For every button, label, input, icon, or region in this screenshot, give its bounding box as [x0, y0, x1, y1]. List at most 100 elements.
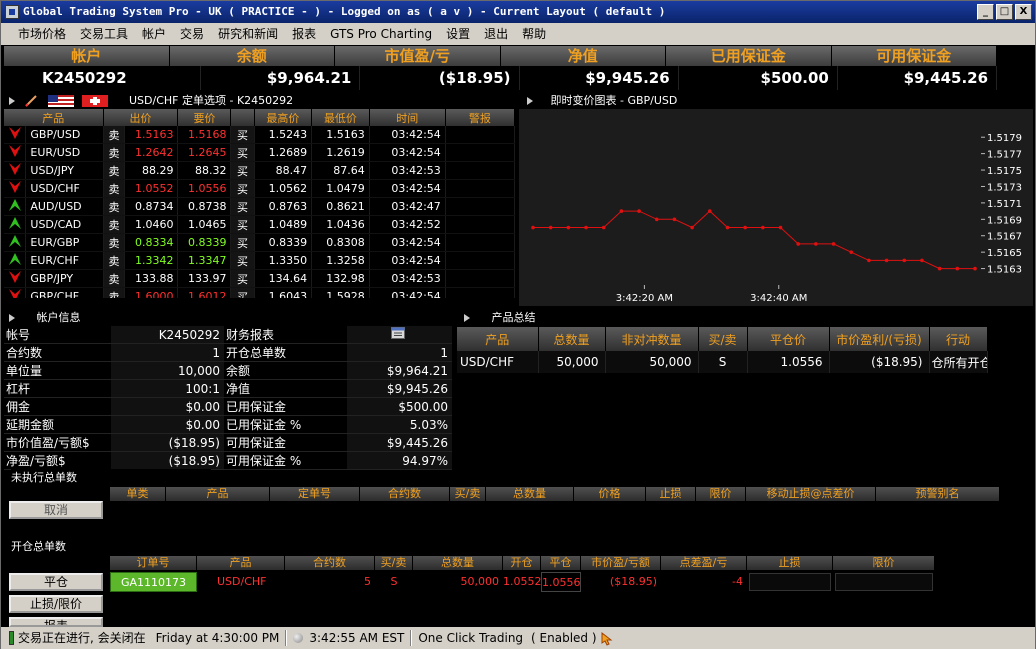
- quote-row[interactable]: EUR/GBP 卖 0.8334 0.8339 买 0.8339 0.8308 03:42:5…: [4, 233, 515, 252]
- menu-trading-tools[interactable]: 交易工具: [73, 23, 135, 45]
- close-button[interactable]: X: [1015, 4, 1032, 20]
- open-col-contracts[interactable]: 合约数: [285, 556, 375, 570]
- open-col-product[interactable]: 产品: [197, 556, 285, 570]
- sell-button[interactable]: 卖: [103, 251, 126, 270]
- quote-ask[interactable]: 1.2645: [177, 143, 232, 162]
- quote-alert[interactable]: [445, 233, 515, 252]
- maximize-button[interactable]: □: [996, 4, 1013, 20]
- col-bid[interactable]: 出价: [103, 109, 179, 126]
- quote-bid[interactable]: 1.6000: [124, 287, 179, 298]
- menu-gts-charting[interactable]: GTS Pro Charting: [323, 23, 439, 45]
- buy-button[interactable]: 买: [230, 161, 255, 180]
- open-col-side[interactable]: 买/卖: [375, 556, 413, 570]
- pend-col-trailing-stop[interactable]: 移动止损@点差价: [746, 487, 876, 501]
- sell-button[interactable]: 卖: [103, 143, 126, 162]
- quote-alert[interactable]: [445, 197, 515, 216]
- quote-ask[interactable]: 1.3347: [177, 251, 232, 270]
- quote-row[interactable]: EUR/USD 卖 1.2642 1.2645 买 1.2689 1.2619 03:42:5…: [4, 143, 515, 162]
- prod-col-action[interactable]: 行动: [929, 327, 988, 351]
- quote-alert[interactable]: [445, 161, 515, 180]
- quote-alert[interactable]: [445, 269, 515, 288]
- quote-symbol[interactable]: EUR/CHF: [25, 251, 104, 270]
- sell-button[interactable]: 卖: [103, 179, 126, 198]
- pen-icon[interactable]: [24, 95, 37, 107]
- quote-row[interactable]: USD/JPY 卖 88.29 88.32 买 88.47 87.64 03:42:53: [4, 161, 515, 180]
- close-all-positions-action[interactable]: 仓所有开仓: [929, 351, 988, 373]
- table-row[interactable]: GA1110173 USD/CHF 5 S 50,000 1.0552 1.05…: [110, 572, 1000, 592]
- quote-row[interactable]: GBP/CHF 卖 1.6000 1.6012 买 1.6043 1.5928 03:42:5…: [4, 287, 515, 298]
- quote-bid[interactable]: 1.5163: [124, 126, 179, 144]
- quote-symbol[interactable]: USD/CHF: [25, 179, 104, 198]
- pend-col-order-no[interactable]: 定单号: [270, 487, 360, 501]
- quote-row[interactable]: USD/CAD 卖 1.0460 1.0465 买 1.0489 1.0436 03:42:5…: [4, 215, 515, 234]
- pend-col-limit[interactable]: 限价: [696, 487, 746, 501]
- quote-bid[interactable]: 1.0552: [124, 179, 179, 198]
- quote-symbol[interactable]: GBP/JPY: [25, 269, 104, 288]
- close-position-button[interactable]: 平仓: [9, 573, 103, 591]
- open-order-id[interactable]: GA1110173: [110, 572, 197, 592]
- minimize-button[interactable]: _: [977, 4, 994, 20]
- pend-col-side[interactable]: 买/卖: [450, 487, 486, 501]
- open-col-limit[interactable]: 限价: [833, 556, 935, 570]
- open-col-total[interactable]: 总数量: [413, 556, 503, 570]
- open-stop[interactable]: [749, 573, 831, 591]
- prod-col-close-price[interactable]: 平仓价: [747, 327, 830, 351]
- report-button[interactable]: 报表: [9, 617, 103, 627]
- quote-bid[interactable]: 0.8334: [124, 233, 179, 252]
- sell-button[interactable]: 卖: [103, 197, 126, 216]
- quote-symbol[interactable]: USD/CAD: [25, 215, 104, 234]
- sell-button[interactable]: 卖: [103, 161, 126, 180]
- sell-button[interactable]: 卖: [103, 233, 126, 252]
- buy-button[interactable]: 买: [230, 287, 255, 298]
- buy-button[interactable]: 买: [230, 215, 255, 234]
- swiss-flag-icon[interactable]: [81, 95, 108, 107]
- open-col-pnl[interactable]: 市价盈/亏额: [581, 556, 661, 570]
- pend-col-contracts[interactable]: 合约数: [360, 487, 450, 501]
- quote-symbol[interactable]: EUR/GBP: [25, 233, 104, 252]
- quote-ask[interactable]: 1.0556: [177, 179, 232, 198]
- prod-col-nonhedge[interactable]: 非对冲数量: [605, 327, 699, 351]
- buy-button[interactable]: 买: [230, 197, 255, 216]
- collapse-triangle-icon[interactable]: [527, 97, 533, 105]
- quote-symbol[interactable]: GBP/CHF: [25, 287, 104, 298]
- quote-alert[interactable]: [445, 126, 515, 144]
- buy-button[interactable]: 买: [230, 143, 255, 162]
- collapse-triangle-icon[interactable]: [9, 314, 15, 322]
- us-flag-icon[interactable]: [48, 95, 74, 107]
- pointer-hand-icon[interactable]: [599, 630, 615, 646]
- buy-button[interactable]: 买: [230, 233, 255, 252]
- open-col-order-no[interactable]: 订单号: [110, 556, 197, 570]
- open-col-open[interactable]: 开仓: [503, 556, 541, 570]
- quote-ask[interactable]: 1.5168: [177, 126, 232, 144]
- quote-alert[interactable]: [445, 179, 515, 198]
- quote-alert[interactable]: [445, 251, 515, 270]
- col-high[interactable]: 最高价: [254, 109, 313, 126]
- quote-row[interactable]: AUD/USD 卖 0.8734 0.8738 买 0.8763 0.8621 03:42:4…: [4, 197, 515, 216]
- report-icon[interactable]: [390, 327, 405, 339]
- quote-symbol[interactable]: GBP/USD: [25, 126, 104, 144]
- sell-button[interactable]: 卖: [103, 269, 126, 288]
- col-product[interactable]: 产品: [4, 109, 104, 126]
- menu-help[interactable]: 帮助: [515, 23, 553, 45]
- pend-col-price[interactable]: 价格: [574, 487, 646, 501]
- sell-button[interactable]: 卖: [103, 287, 126, 298]
- quote-bid[interactable]: 1.3342: [124, 251, 179, 270]
- quote-ask[interactable]: 0.8738: [177, 197, 232, 216]
- col-alert[interactable]: 警报: [445, 109, 515, 126]
- open-col-close[interactable]: 平仓: [541, 556, 581, 570]
- quote-bid[interactable]: 1.2642: [124, 143, 179, 162]
- cancel-order-button[interactable]: 取消: [9, 501, 103, 519]
- buy-button[interactable]: 买: [230, 269, 255, 288]
- menu-settings[interactable]: 设置: [439, 23, 477, 45]
- buy-button[interactable]: 买: [230, 251, 255, 270]
- quote-symbol[interactable]: EUR/USD: [25, 143, 104, 162]
- menu-trade[interactable]: 交易: [173, 23, 211, 45]
- quote-bid[interactable]: 88.29: [124, 161, 179, 180]
- pend-col-total[interactable]: 总数量: [486, 487, 574, 501]
- menu-reports[interactable]: 报表: [285, 23, 323, 45]
- quote-ask[interactable]: 1.6012: [177, 287, 232, 298]
- quote-alert[interactable]: [445, 143, 515, 162]
- pend-col-alert-alias[interactable]: 预警别名: [876, 487, 1000, 501]
- quote-bid[interactable]: 133.88: [124, 269, 179, 288]
- quote-row[interactable]: EUR/CHF 卖 1.3342 1.3347 买 1.3350 1.3258 03:42:5…: [4, 251, 515, 270]
